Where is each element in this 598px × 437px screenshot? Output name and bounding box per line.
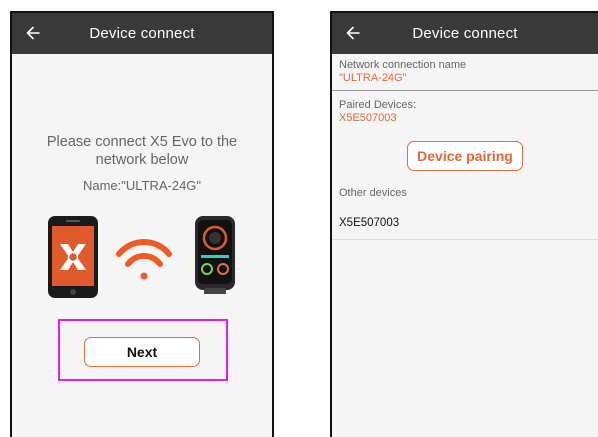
network-value: "ULTRA-24G" [339,72,407,84]
back-arrow-icon [26,26,40,40]
app-bar: Device connect [12,13,272,54]
network-label: Network connection name [339,59,467,71]
back-button[interactable] [22,22,44,44]
paired-device-value: X5E507003 [339,112,397,124]
right-phone-screen: Device connect Network connection name "… [330,11,598,437]
instruction-text: Please connect X5 Evo to the network bel… [46,134,238,168]
app-bar: Device connect [332,13,598,54]
paired-section: Paired Devices: X5E507003 [332,91,598,130]
bike-computer-icon [195,216,235,294]
phone-app-icon [48,216,98,298]
network-name-text: Name:"ULTRA-24G" [82,178,202,193]
back-arrow-icon [346,26,360,40]
other-devices-label: Other devices [339,187,407,199]
next-button[interactable]: Next [84,337,200,367]
left-phone-screen: Device connect Please connect X5 Evo to … [10,11,274,437]
network-section: Network connection name "ULTRA-24G" [332,54,598,90]
main-content: Please connect X5 Evo to the network bel… [12,54,272,437]
connection-illustration [48,216,235,298]
pairing-button-wrap: Device pairing [332,130,598,180]
wifi-icon [116,239,172,280]
back-button[interactable] [342,22,364,44]
paired-devices-label: Paired Devices: [339,99,417,111]
page-title: Device connect [412,25,518,42]
device-list-item[interactable]: X5E507003 [332,207,598,240]
device-pairing-button[interactable]: Device pairing [407,141,523,171]
page-title: Device connect [89,25,195,42]
